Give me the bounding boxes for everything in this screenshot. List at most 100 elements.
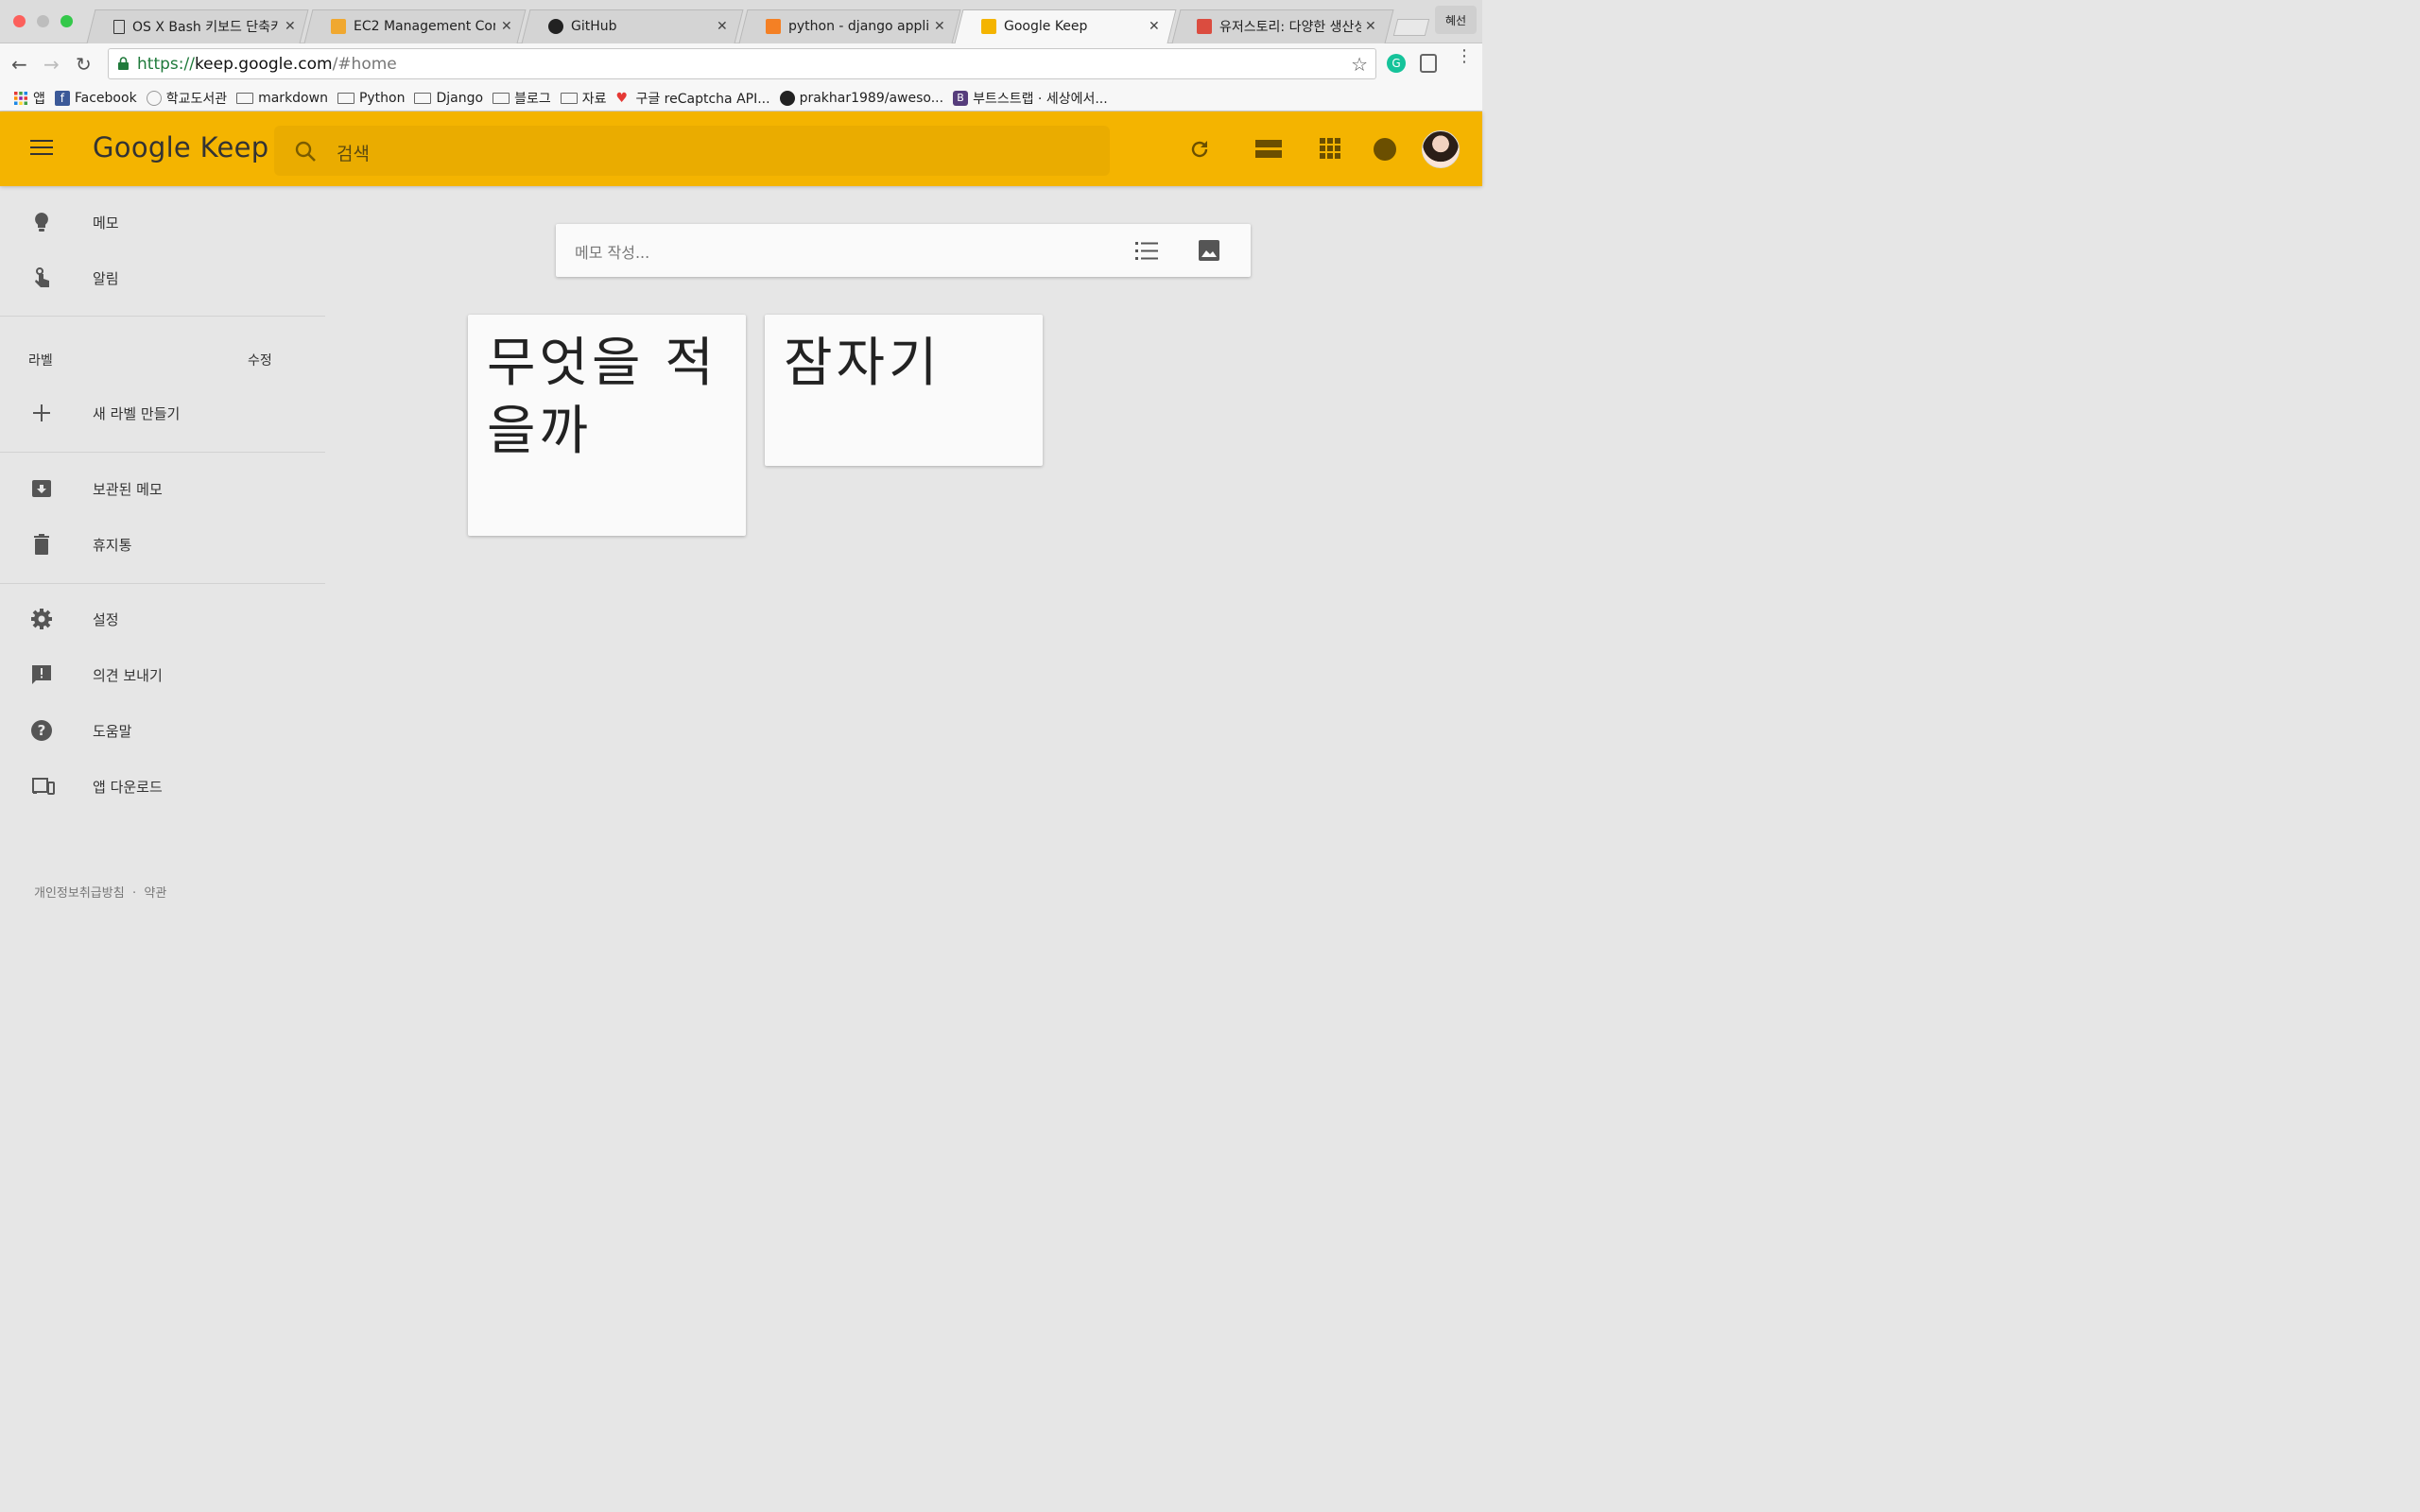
sidebar-divider [0, 583, 325, 584]
tab-title: OS X Bash 키보드 단축키 [132, 20, 278, 35]
sidebar-item-app-download[interactable]: 앱 다운로드 [0, 759, 325, 814]
new-image-note-icon[interactable] [1199, 240, 1219, 261]
url-host: keep.google.com [194, 54, 333, 74]
bookmark-label: Facebook [74, 90, 137, 106]
bookmark-folder-resources[interactable]: 자료 [560, 89, 606, 108]
sidebar-item-new-label[interactable]: 새 라벨 만들기 [0, 386, 325, 440]
main-menu-icon[interactable] [30, 140, 53, 157]
reload-icon[interactable]: ↻ [76, 53, 92, 76]
refresh-icon[interactable] [1188, 138, 1211, 161]
tab-close-icon[interactable]: ✕ [934, 19, 945, 34]
bookmark-label: Python [358, 90, 406, 106]
sidebar-item-help[interactable]: ? 도움말 [0, 703, 325, 758]
bookmark-folder-markdown[interactable]: markdown [236, 91, 328, 106]
labels-edit-button[interactable]: 수정 [248, 351, 272, 369]
browser-tab-strip: OS X Bash 키보드 단축키 ✕ EC2 Management Cons … [0, 0, 1482, 43]
folder-icon [560, 92, 578, 104]
new-list-icon[interactable] [1135, 241, 1158, 262]
todoist-icon [1197, 19, 1212, 34]
keep-extension-icon[interactable] [1420, 54, 1437, 73]
folder-icon [337, 92, 354, 104]
sidebar-item-reminders[interactable]: 알림 [0, 250, 325, 305]
browser-toolbar: ← → ↻ https://keep.google.com/#home ☆ G … [0, 43, 1482, 85]
document-icon [113, 19, 125, 34]
window-zoom-button[interactable] [60, 15, 73, 27]
window-close-button[interactable] [13, 15, 26, 27]
lock-icon [118, 57, 129, 70]
new-tab-button[interactable] [1392, 19, 1430, 36]
forward-arrow-icon[interactable]: → [43, 53, 60, 76]
logo-keep: Keep [199, 131, 269, 163]
sidebar-item-settings[interactable]: 설정 [0, 592, 325, 646]
window-minimize-button[interactable] [37, 15, 49, 27]
url-scheme: https:// [137, 54, 195, 74]
trash-icon [34, 534, 49, 555]
tab-title: EC2 Management Cons [354, 19, 495, 34]
note-card[interactable]: 잠자기 [765, 315, 1043, 466]
search-bar[interactable]: 검색 [274, 126, 1110, 176]
grammarly-extension-icon[interactable]: G [1387, 54, 1406, 73]
bookmark-star-icon[interactable]: ☆ [1351, 53, 1368, 76]
bookmark-recaptcha[interactable]: ♥ 구글 reCaptcha API... [615, 89, 769, 108]
list-view-icon[interactable] [1255, 140, 1282, 159]
sidebar-item-label: 도움말 [93, 722, 132, 740]
browser-menu-icon[interactable]: ⋮ [1456, 48, 1473, 65]
bookmark-label: 블로그 [514, 91, 551, 107]
bookmark-bootstrap[interactable]: B 부트스트랩 · 세상에서... [953, 89, 1108, 108]
sidebar-item-trash[interactable]: 휴지통 [0, 517, 325, 572]
bookmark-library[interactable]: 학교도서관 [146, 89, 228, 108]
bookmark-apps[interactable]: 앱 [13, 89, 45, 108]
bookmark-label: Django [436, 90, 484, 106]
note-composer-input[interactable]: 메모 작성... [575, 240, 649, 263]
note-composer[interactable]: 메모 작성... [556, 224, 1251, 277]
folder-icon [236, 92, 254, 104]
bookmark-label: 구글 reCaptcha API... [635, 91, 770, 107]
privacy-link[interactable]: 개인정보취급방침 [34, 886, 125, 901]
labels-heading: 라벨 [28, 353, 53, 369]
tab-close-icon[interactable]: ✕ [1365, 19, 1376, 34]
profile-chip[interactable]: 혜선 [1435, 6, 1477, 34]
notifications-icon[interactable] [1374, 138, 1396, 161]
note-text: 무엇을 적을까 [487, 333, 717, 462]
sidebar-item-archive[interactable]: 보관된 메모 [0, 461, 325, 516]
sidebar-item-label: 앱 다운로드 [93, 778, 163, 796]
tab-title: 유저스토리: 다양한 생산성 ! [1219, 20, 1361, 35]
bookmark-github-repo[interactable]: prakhar1989/aweso... [779, 90, 944, 106]
folder-icon [493, 92, 510, 104]
account-avatar[interactable] [1422, 130, 1460, 168]
sidebar: 메모 알림 라벨 수정 새 라벨 만들기 보관된 메모 휴지통 설정 의견 보내… [0, 186, 325, 926]
address-bar[interactable]: https://keep.google.com/#home ☆ [108, 48, 1376, 79]
sidebar-item-notes[interactable]: 메모 [0, 195, 325, 249]
bookmark-folder-python[interactable]: Python [337, 90, 406, 106]
bookmark-label: 앱 [33, 91, 45, 107]
tab-close-icon[interactable]: ✕ [717, 19, 728, 34]
google-keep-logo[interactable]: Google Keep [93, 131, 268, 163]
tab-close-icon[interactable]: ✕ [1149, 19, 1160, 34]
search-icon [295, 141, 316, 162]
sidebar-item-feedback[interactable]: 의견 보내기 [0, 647, 325, 702]
sidebar-divider [0, 316, 325, 317]
help-icon: ? [31, 720, 52, 741]
bookmark-label: prakhar1989/aweso... [799, 90, 944, 106]
search-input[interactable]: 검색 [337, 140, 370, 165]
facebook-icon: f [54, 90, 70, 106]
bookmark-facebook[interactable]: f Facebook [54, 90, 137, 106]
folder-icon [414, 92, 432, 104]
terms-link[interactable]: 약관 [144, 886, 166, 901]
feedback-icon [32, 665, 51, 684]
back-arrow-icon[interactable]: ← [11, 53, 27, 76]
bookmark-folder-blog[interactable]: 블로그 [493, 89, 551, 108]
tab-title: Google Keep [1004, 19, 1088, 34]
sidebar-item-label: 보관된 메모 [93, 480, 163, 498]
google-apps-icon[interactable] [1320, 138, 1340, 159]
settings-gear-icon [31, 609, 52, 629]
sidebar-item-label: 새 라벨 만들기 [93, 404, 181, 422]
bookmark-label: 학교도서관 [165, 91, 228, 107]
sidebar-item-label: 알림 [93, 269, 119, 287]
logo-google: Google [93, 131, 192, 163]
tab-close-icon[interactable]: ✕ [285, 19, 296, 34]
tab-close-icon[interactable]: ✕ [501, 19, 512, 34]
note-card[interactable]: 무엇을 적을까 [468, 315, 746, 536]
bookmark-label: markdown [258, 90, 328, 106]
bookmark-folder-django[interactable]: Django [414, 91, 483, 106]
